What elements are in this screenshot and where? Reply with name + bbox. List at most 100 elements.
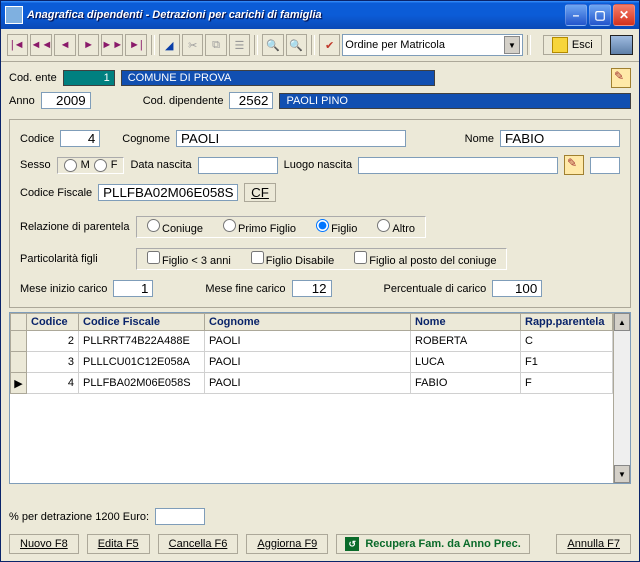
mese-fine-label: Mese fine carico [205, 283, 285, 295]
chevron-down-icon[interactable]: ▼ [504, 36, 520, 54]
header-area: Cod. ente 1 COMUNE DI PROVA Anno Cod. di… [1, 62, 639, 115]
cf-button[interactable]: CF [244, 183, 276, 202]
mese-inizio-input[interactable] [113, 280, 153, 297]
toolbar: |◄ ◄◄ ◄ ► ►► ►| ◢ ✂ ⧉ ☰ 🔍 🔍 ✔ Ordine per… [1, 29, 639, 62]
part-posto-check[interactable]: Figlio al posto del coniuge [354, 251, 496, 267]
table-row[interactable]: 3 PLLLCU01C12E058A PAOLI LUCA F1 [11, 352, 613, 373]
nav-fast-back-icon[interactable]: ◄◄ [30, 34, 52, 56]
titlebar: Anagrafica dipendenti - Detrazioni per c… [1, 1, 639, 29]
nuovo-button[interactable]: Nuovo F8 [9, 534, 79, 554]
nav-last-icon[interactable]: ►| [125, 34, 146, 56]
maximize-button[interactable]: ▢ [589, 4, 611, 26]
col-codice[interactable]: Codice [27, 314, 79, 331]
current-row-marker: ▶ [11, 373, 27, 394]
part-disab-check[interactable]: Figlio Disabile [251, 251, 334, 267]
sort-select-value: Ordine per Matricola [345, 39, 445, 51]
copy-icon: ⧉ [205, 34, 226, 56]
marker-icon[interactable]: ✔ [319, 34, 340, 56]
col-nome[interactable]: Nome [411, 314, 521, 331]
nome-label: Nome [465, 133, 494, 145]
col-cognome[interactable]: Cognome [205, 314, 411, 331]
luogo-nascita-label: Luogo nascita [284, 159, 353, 171]
sesso-group: M F [57, 157, 125, 174]
perc-label: Percentuale di carico [384, 283, 487, 295]
cod-dip-input[interactable] [229, 92, 273, 109]
family-table[interactable]: Codice Codice Fiscale Cognome Nome Rapp.… [10, 313, 613, 394]
sesso-f-radio[interactable]: F [94, 159, 118, 172]
cod-ente-label: Cod. ente [9, 72, 57, 84]
eraser-icon[interactable]: ◢ [159, 34, 180, 56]
mese-fine-input[interactable] [292, 280, 332, 297]
cut-icon: ✂ [182, 34, 203, 56]
minimize-button[interactable]: – [565, 4, 587, 26]
data-nascita-input[interactable] [198, 157, 278, 174]
detail-panel: Codice Cognome Nome Sesso M F Data nasci… [9, 119, 631, 308]
perc-input[interactable] [492, 280, 542, 297]
app-window: Anagrafica dipendenti - Detrazioni per c… [0, 0, 640, 562]
cod-ente-value: 1 [63, 70, 115, 86]
recupera-button[interactable]: ↺ Recupera Fam. da Anno Prec. [336, 534, 529, 554]
part-lt3-check[interactable]: Figlio < 3 anni [147, 251, 231, 267]
edita-button[interactable]: Edita F5 [87, 534, 150, 554]
nav-back-icon[interactable]: ◄ [54, 34, 75, 56]
search-next-icon: 🔍 [286, 34, 307, 56]
edit-luogo-icon[interactable] [564, 155, 584, 175]
recupera-icon: ↺ [345, 537, 359, 551]
nome-input[interactable] [500, 130, 620, 147]
grid-scrollbar[interactable]: ▲ ▼ [613, 313, 630, 483]
rel-primo-radio[interactable]: Primo Figlio [223, 219, 296, 235]
aggiorna-button[interactable]: Aggiorna F9 [246, 534, 328, 554]
button-bar: Nuovo F8 Edita F5 Cancella F6 Aggiorna F… [5, 531, 635, 557]
nav-fwd-icon[interactable]: ► [78, 34, 99, 56]
rel-figlio-radio[interactable]: Figlio [316, 219, 357, 235]
data-nascita-label: Data nascita [130, 159, 191, 171]
exit-button[interactable]: Esci [543, 35, 602, 55]
edit-ente-icon[interactable] [611, 68, 631, 88]
cognome-input[interactable] [176, 130, 406, 147]
table-row[interactable]: ▶ 4 PLLFBA02M06E058S PAOLI FABIO F [11, 373, 613, 394]
anno-label: Anno [9, 95, 35, 107]
dip-name: PAOLI PINO [279, 93, 631, 109]
close-button[interactable]: ✕ [613, 4, 635, 26]
rel-altro-radio[interactable]: Altro [377, 219, 415, 235]
scroll-up-icon[interactable]: ▲ [614, 313, 630, 331]
exit-label: Esci [572, 39, 593, 51]
sort-select[interactable]: Ordine per Matricola ▼ [342, 34, 523, 56]
cancella-button[interactable]: Cancella F6 [158, 534, 239, 554]
annulla-button[interactable]: Annulla F7 [556, 534, 631, 554]
luogo-nascita-input[interactable] [358, 157, 558, 174]
exit-icon [552, 37, 568, 53]
nav-fast-fwd-icon[interactable]: ►► [101, 34, 123, 56]
anno-input[interactable] [41, 92, 91, 109]
paste-icon: ☰ [229, 34, 250, 56]
sesso-m-radio[interactable]: M [64, 159, 90, 172]
scroll-down-icon[interactable]: ▼ [614, 465, 630, 483]
cod-dip-label: Cod. dipendente [143, 95, 224, 107]
cf-input[interactable] [98, 184, 238, 201]
search-icon[interactable]: 🔍 [262, 34, 283, 56]
app-icon [5, 6, 23, 24]
rel-label: Relazione di parentela [20, 221, 130, 233]
perc1200-label: % per detrazione 1200 Euro: [9, 511, 149, 523]
table-row[interactable]: 2 PLLRRT74B22A488E PAOLI ROBERTA C [11, 331, 613, 352]
codice-input[interactable] [60, 130, 100, 147]
rel-group: Coniuge Primo Figlio Figlio Altro [136, 216, 426, 238]
ente-name: COMUNE DI PROVA [121, 70, 435, 86]
codice-label: Codice [20, 133, 54, 145]
part-group: Figlio < 3 anni Figlio Disabile Figlio a… [136, 248, 507, 270]
family-grid: Codice Codice Fiscale Cognome Nome Rapp.… [9, 312, 631, 484]
col-cf[interactable]: Codice Fiscale [79, 314, 205, 331]
perc1200-input[interactable] [155, 508, 205, 525]
cognome-label: Cognome [122, 133, 170, 145]
row-selector-header [11, 314, 27, 331]
footer-detrazione: % per detrazione 1200 Euro: [9, 508, 631, 525]
window-title: Anagrafica dipendenti - Detrazioni per c… [27, 9, 565, 21]
sesso-label: Sesso [20, 159, 51, 171]
mese-inizio-label: Mese inizio carico [20, 283, 107, 295]
rel-coniuge-radio[interactable]: Coniuge [147, 219, 203, 235]
nav-first-icon[interactable]: |◄ [7, 34, 28, 56]
luogo-code-input[interactable] [590, 157, 620, 174]
part-label: Particolarità figli [20, 253, 130, 265]
col-rapp[interactable]: Rapp.parentela [521, 314, 613, 331]
help-book-icon[interactable] [610, 35, 633, 55]
